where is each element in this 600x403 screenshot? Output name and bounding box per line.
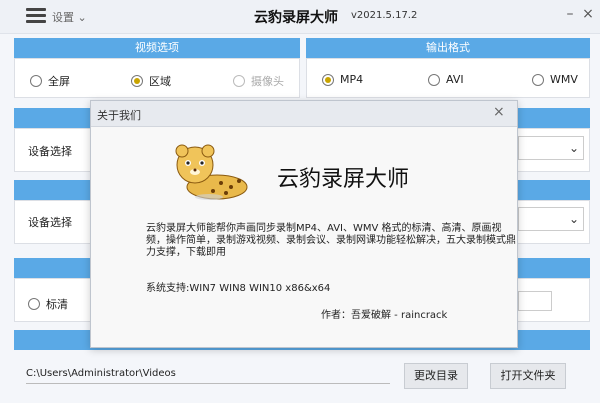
device-select-label-1: 设备选择: [28, 145, 72, 158]
radio-label: 标清: [46, 298, 68, 311]
radio-mp4[interactable]: MP4: [322, 73, 363, 86]
output-format-header: 输出格式: [306, 38, 590, 58]
radio-label: 区域: [149, 75, 171, 88]
radio-quality-sd[interactable]: 标清: [28, 296, 68, 312]
radio-label: WMV: [550, 73, 578, 86]
radio-label: AVI: [446, 73, 464, 86]
radio-label: 摄像头: [251, 75, 284, 88]
save-path[interactable]: C:\Users\Administrator\Videos: [26, 368, 390, 384]
settings-label: 设置: [52, 11, 74, 24]
device-select-label-2: 设备选择: [28, 216, 72, 229]
dialog-description: 云豹录屏大师能帮你声画同步录制MP4、AVI、WMV 格式的标清、高清、原画视频…: [146, 223, 516, 258]
radio-camera[interactable]: 摄像头: [233, 73, 284, 89]
radio-dot: [428, 73, 440, 86]
radio-region[interactable]: 区域: [131, 73, 171, 89]
radio-dot: [131, 75, 143, 87]
device-select-1[interactable]: ⌄: [518, 136, 584, 160]
chevron-down-icon: ⌄: [77, 11, 87, 24]
app-version: v2021.5.17.2: [351, 10, 418, 21]
about-dialog: 关于我们 × 云豹录屏大师 云豹录屏大师能帮你声画同步录制MP4、AVI、WMV…: [90, 100, 518, 348]
radio-fullscreen[interactable]: 全屏: [30, 73, 70, 89]
minimize-button[interactable]: –: [562, 6, 578, 22]
radio-label: 全屏: [48, 75, 70, 88]
system-support: 系统支持:WIN7 WIN8 WIN10 x86&x64: [146, 283, 331, 294]
chevron-down-icon: ⌄: [569, 141, 580, 155]
radio-dot: [28, 298, 40, 310]
device-select-2[interactable]: ⌄: [518, 207, 584, 231]
radio-dot: [233, 75, 245, 87]
leopard-logo-icon: [175, 144, 248, 200]
open-folder-button[interactable]: 打开文件夹: [490, 363, 566, 389]
radio-dot: [532, 73, 544, 86]
video-options-header: 视频选项: [14, 38, 300, 58]
radio-label: MP4: [340, 73, 364, 86]
menu-icon[interactable]: [26, 8, 46, 24]
radio-wmv[interactable]: WMV: [532, 73, 578, 86]
change-dir-button[interactable]: 更改目录: [404, 363, 468, 389]
close-button[interactable]: ×: [580, 6, 596, 22]
dialog-titlebar: 关于我们 ×: [91, 101, 517, 127]
dialog-close-icon[interactable]: ×: [493, 104, 505, 120]
radio-dot: [30, 75, 42, 87]
chevron-down-icon: ⌄: [569, 212, 580, 226]
author-credit: 作者：吾爱破解 - raincrack: [321, 310, 448, 321]
radio-dot: [322, 73, 334, 86]
radio-avi[interactable]: AVI: [428, 73, 464, 86]
dialog-title: 关于我们: [97, 109, 141, 122]
app-title: 云豹录屏大师: [254, 10, 338, 26]
settings-menu[interactable]: 设置 ⌄: [52, 9, 87, 25]
title-bar: 设置 ⌄ 云豹录屏大师 v2021.5.17.2 – ×: [0, 0, 600, 34]
quality-input[interactable]: [518, 291, 552, 311]
dialog-brand: 云豹录屏大师: [277, 167, 410, 192]
